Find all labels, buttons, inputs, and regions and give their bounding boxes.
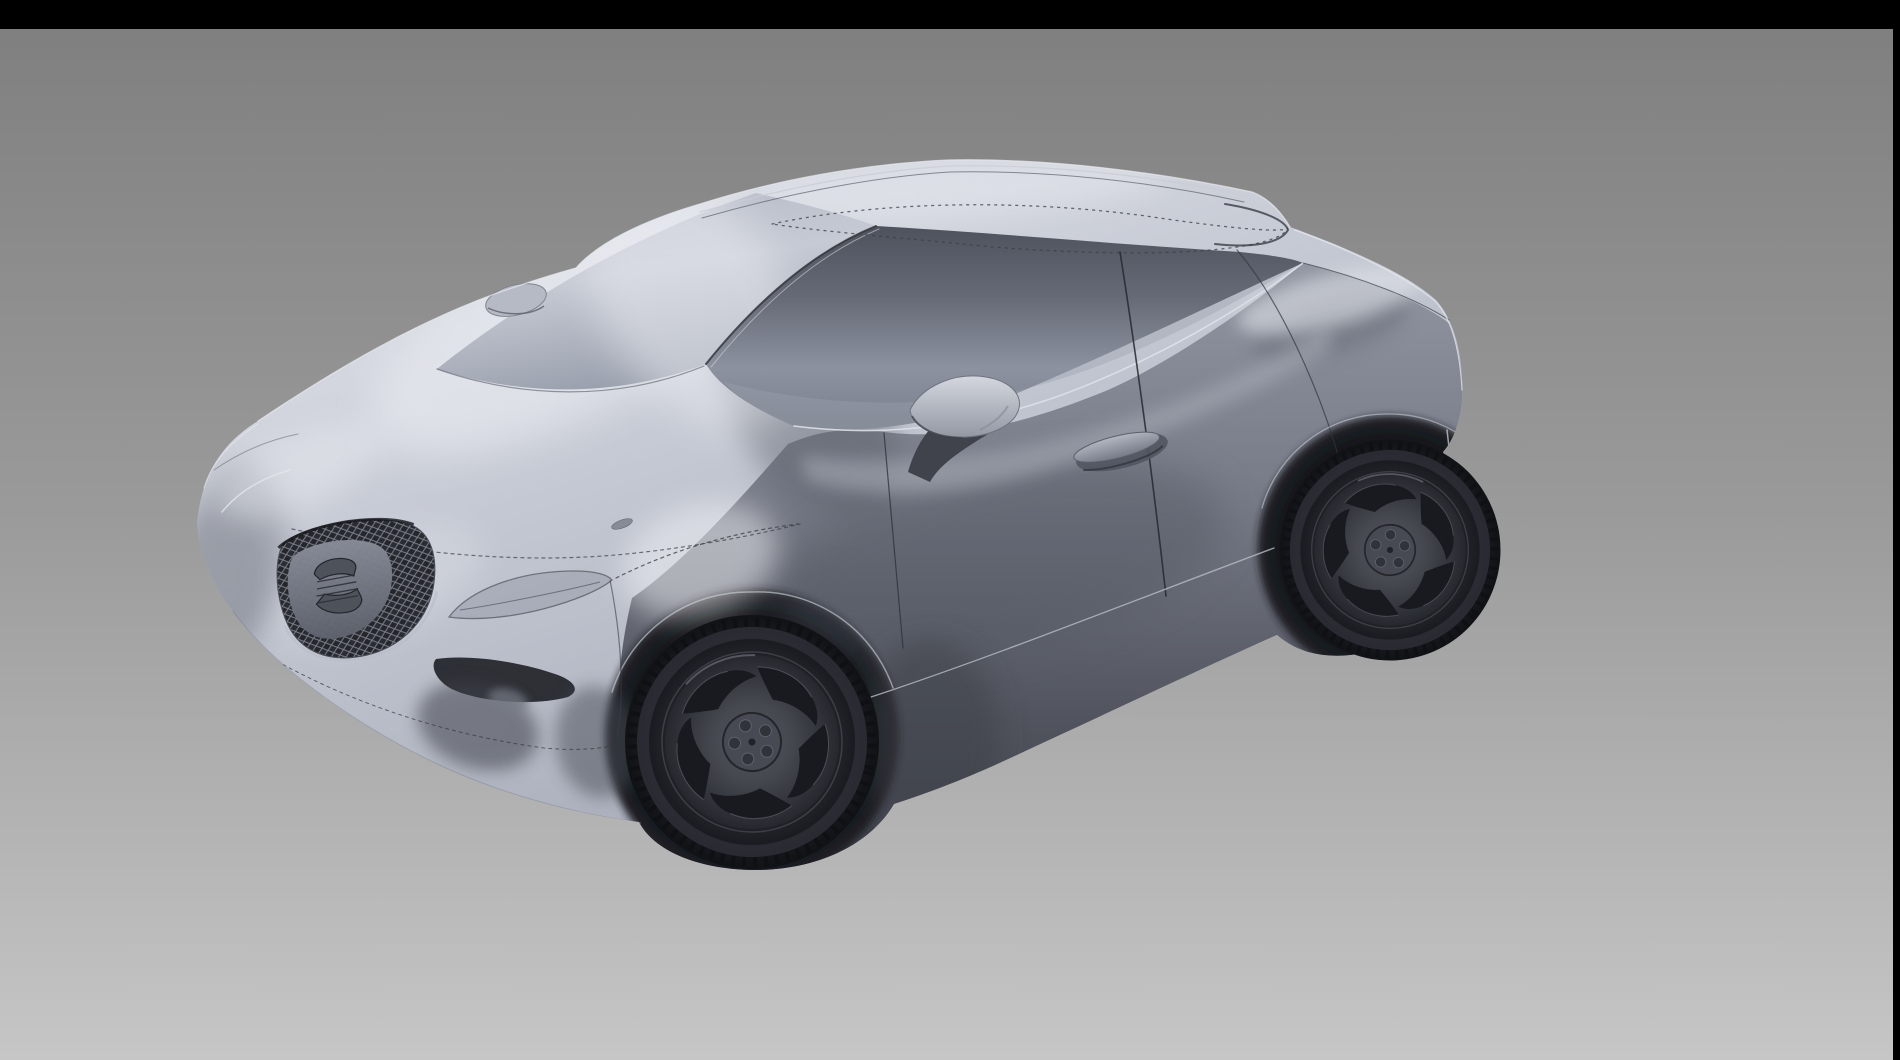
under-nose-shade: [180, 505, 270, 645]
right-letterbox-bar: [1893, 0, 1900, 1060]
viewport-3d[interactable]: [0, 0, 1900, 1060]
car-model[interactable]: [164, 120, 1545, 896]
car-render-canvas[interactable]: [0, 0, 1900, 1060]
top-letterbox-bar: [0, 0, 1900, 29]
behind-front-wheel-shadow: [860, 640, 1000, 830]
